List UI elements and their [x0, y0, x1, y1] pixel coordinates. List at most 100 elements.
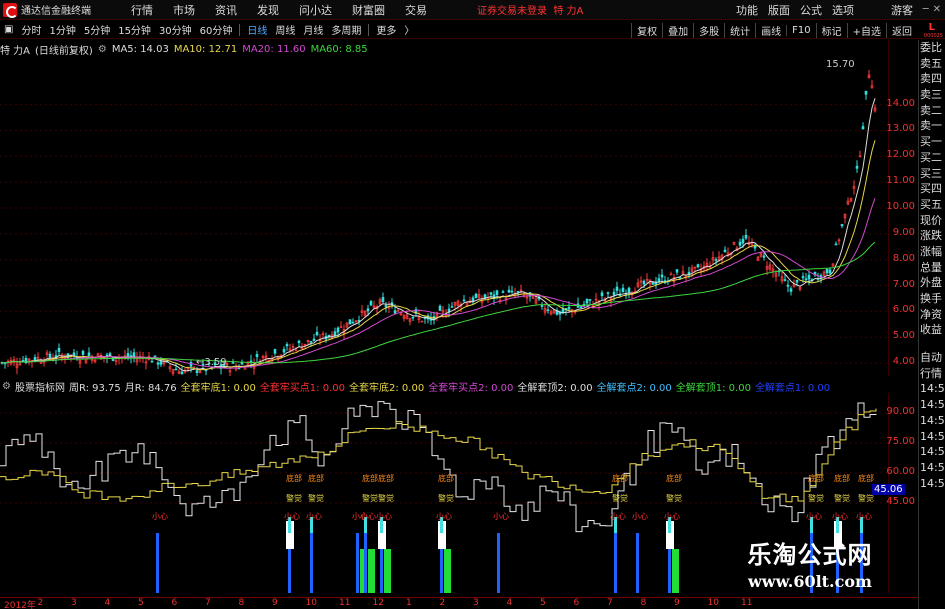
indicator-name[interactable]: 股票指标网: [15, 379, 65, 394]
minimize-icon[interactable]: ─: [923, 4, 929, 15]
sidebar-tick-8[interactable]: 14:5: [919, 476, 945, 492]
toolbar-button-0[interactable]: 复权: [631, 22, 662, 38]
sidebar-item-4[interactable]: 卖二: [919, 103, 945, 119]
trading-terminal-window: 通达信金融终端 行情 市场 资讯 发现 问小达 财富圈 交易 证券交易未登录 特 力A 功能…: [0, 0, 945, 609]
signal-bar-blue: [364, 533, 367, 593]
sidebar-item-7[interactable]: 买二: [919, 150, 945, 166]
menu-item-4[interactable]: 问小达: [299, 2, 332, 18]
right-menu-item-3[interactable]: 选项: [832, 2, 854, 18]
sidebar-tick-4[interactable]: 14:5: [919, 413, 945, 429]
indicator-label-0: 周R: 93.75: [68, 383, 121, 394]
menu-item-1[interactable]: 市场: [173, 2, 195, 18]
marker-low: 小心: [493, 512, 509, 521]
price-tick-0: 14.00: [886, 97, 915, 109]
indicator-settings-icon[interactable]: ⚙: [2, 381, 11, 392]
menu-item-5[interactable]: 财富圈: [352, 2, 385, 18]
candle-body: [804, 278, 808, 281]
quote-sidebar: 委比 卖五 卖四 卖三 卖二 卖一 买一 买二 买三 买四 买五 现价 涨跌 涨幅 总量 外盘 换手 净资 收益自动…: [918, 40, 945, 609]
price-chart-panel[interactable]: [0, 40, 888, 379]
sidebar-item-10[interactable]: 买五: [919, 197, 945, 213]
sidebar-tick-2[interactable]: 14:5: [919, 381, 945, 397]
period-tab-7[interactable]: 周线: [275, 22, 295, 37]
period-tab-2[interactable]: 5分钟: [84, 22, 110, 37]
indicator-label-1: 月R: 84.76: [124, 383, 177, 394]
sidebar-tick-5[interactable]: 14:5: [919, 429, 945, 445]
indicator-tick-3: 45.00: [886, 496, 915, 507]
sidebar-item-18[interactable]: 收益: [919, 322, 945, 338]
right-menu-item-0[interactable]: 功能: [736, 2, 758, 18]
sidebar-tick-0[interactable]: 自动: [919, 350, 945, 366]
sidebar-item-9[interactable]: 买四: [919, 181, 945, 197]
period-tab-10[interactable]: 更多: [376, 22, 396, 37]
toolbar-button-4[interactable]: 画线: [755, 22, 786, 38]
candle-body: [738, 241, 742, 246]
guest-button[interactable]: 游客: [891, 2, 913, 18]
period-tab-8[interactable]: 月线: [303, 22, 323, 37]
candle-body: [189, 362, 193, 367]
price-tick-9: 5.00: [892, 330, 915, 342]
menu-item-0[interactable]: 行情: [131, 2, 153, 18]
period-tab-9[interactable]: 多周期: [331, 22, 361, 37]
sidebar-item-0[interactable]: 委比: [919, 40, 945, 56]
period-tab-6[interactable]: 日线: [247, 22, 267, 37]
menu-item-6[interactable]: 交易: [405, 2, 427, 18]
login-status[interactable]: 证券交易未登录 特 力A: [477, 2, 583, 17]
toolbar-button-8[interactable]: 返回: [886, 22, 917, 38]
more-arrow-icon[interactable]: 〉: [404, 22, 414, 37]
marker-low: 小心: [306, 512, 322, 521]
marker-low: 小心: [806, 512, 822, 521]
sidebar-item-13[interactable]: 涨幅: [919, 244, 945, 260]
date-label-3: 4: [104, 598, 111, 608]
candlestick-chart[interactable]: [0, 40, 888, 379]
expand-icon[interactable]: ▣: [4, 24, 13, 35]
marker-low: 小心: [284, 512, 300, 521]
app-title: 通达信金融终端: [21, 6, 91, 17]
right-menu-item-2[interactable]: 公式: [800, 2, 822, 18]
sidebar-item-12[interactable]: 涨跌: [919, 228, 945, 244]
settings-gear-icon[interactable]: ⚙: [98, 44, 107, 55]
period-tab-4[interactable]: 30分钟: [159, 22, 192, 37]
sidebar-item-14[interactable]: 总量: [919, 260, 945, 276]
period-toolbar: ▣ 分时 1分钟 5分钟 15分钟 30分钟 60分钟 日线 周线 月线 多周期 更多 〉 复权 叠加…: [0, 21, 945, 39]
sidebar-tick-7[interactable]: 14:5: [919, 460, 945, 476]
sidebar-item-16[interactable]: 换手: [919, 291, 945, 307]
sidebar-tick-3[interactable]: 14:5: [919, 397, 945, 413]
candle-body: [327, 334, 331, 337]
price-tick-7: 7.00: [892, 278, 915, 290]
toolbar-button-6[interactable]: 标记: [815, 22, 847, 38]
toolbar-button-3[interactable]: 统计: [724, 22, 755, 38]
sidebar-tick-6[interactable]: 14:5: [919, 444, 945, 460]
toolbar-button-5[interactable]: F10: [786, 24, 815, 36]
sidebar-item-11[interactable]: 现价: [919, 213, 945, 229]
sidebar-item-3[interactable]: 卖三: [919, 87, 945, 103]
period-tab-5[interactable]: 60分钟: [200, 22, 233, 37]
date-label-17: 6: [573, 598, 580, 608]
sidebar-item-6[interactable]: 买一: [919, 134, 945, 150]
sidebar-item-5[interactable]: 卖一: [919, 118, 945, 134]
right-menu-item-1[interactable]: 版面: [768, 2, 790, 18]
sidebar-item-17[interactable]: 净资: [919, 307, 945, 323]
candle-body: [855, 165, 859, 169]
right-menu: 功能 版面 公式 选项: [731, 2, 859, 18]
sidebar-item-15[interactable]: 外盘: [919, 275, 945, 291]
sidebar-item-2[interactable]: 卖四: [919, 71, 945, 87]
toolbar-button-2[interactable]: 多股: [693, 22, 724, 38]
close-icon[interactable]: ✕: [933, 4, 941, 15]
toolbar-button-1[interactable]: 叠加: [662, 22, 693, 38]
sidebar-tick-1[interactable]: 行情: [919, 366, 945, 382]
watermark-url: www.60lt.com: [748, 572, 872, 591]
toolbar-button-7[interactable]: +自选: [846, 22, 886, 38]
period-tab-3[interactable]: 15分钟: [118, 22, 151, 37]
date-label-19: 8: [640, 598, 647, 608]
menu-item-2[interactable]: 资讯: [215, 2, 237, 18]
ma-label-1: MA10: 12.71: [173, 43, 238, 55]
sidebar-item-1[interactable]: 卖五: [919, 56, 945, 72]
period-tab-1[interactable]: 1分钟: [49, 22, 75, 37]
marker-mid: 警觉: [286, 493, 302, 503]
candle-body: [744, 234, 748, 239]
sidebar-item-8[interactable]: 买三: [919, 166, 945, 182]
date-label-5: 6: [171, 598, 178, 608]
menu-item-3[interactable]: 发现: [257, 2, 279, 18]
candle-body: [393, 310, 397, 314]
period-tab-0[interactable]: 分时: [21, 22, 41, 37]
